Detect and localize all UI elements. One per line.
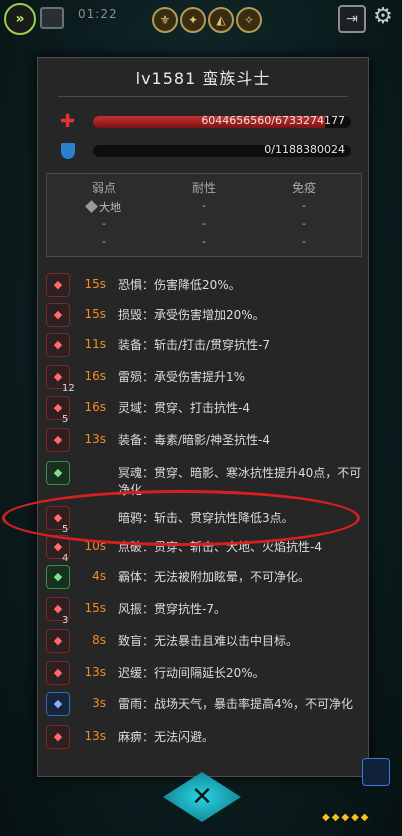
status-row[interactable]: ◆ 4s 霸体：无法被附加眩晕，不可净化。 bbox=[46, 563, 366, 593]
stack-count: 5 bbox=[62, 414, 69, 425]
status-duration: 15s bbox=[84, 601, 106, 615]
status-duration: 16s bbox=[84, 400, 106, 414]
exit-button[interactable]: ⇥ bbox=[338, 5, 366, 33]
paralysis-icon: ◆ bbox=[46, 725, 70, 749]
hp-text: 6044656560/6733274177 bbox=[201, 114, 345, 127]
status-row[interactable]: ◆ 13s 迟缓：行动间隔延长20%。 bbox=[46, 659, 366, 689]
underworld-soul-icon: ◆ bbox=[46, 461, 70, 485]
immunity-cell: - bbox=[302, 235, 306, 248]
slow-icon: ◆ bbox=[46, 661, 70, 685]
resistance-cell: - bbox=[202, 235, 206, 248]
crest-3-icon[interactable]: ◭ bbox=[208, 7, 234, 33]
enemy-title: lv1581 蛮族斗士 bbox=[135, 69, 271, 88]
status-duration: 4s bbox=[92, 569, 106, 583]
status-description: 麻痹：无法闪避。 bbox=[118, 730, 215, 744]
weakness-cell: - bbox=[102, 235, 106, 248]
status-description: 风振：贯穿抗性-7。 bbox=[118, 602, 226, 616]
close-icon: ✕ bbox=[191, 782, 213, 812]
shield-text: 0/1188380024 bbox=[264, 143, 345, 156]
resistance-header: 耐性 bbox=[191, 181, 216, 195]
status-description: 装备：毒素/暗影/神圣抗性-4 bbox=[118, 433, 271, 447]
status-duration: 15s bbox=[84, 277, 106, 291]
status-duration: 3s bbox=[92, 696, 106, 710]
status-row[interactable]: ◆ 11s 装备：斩击/打击/贯穿抗性-7 bbox=[46, 331, 366, 361]
status-description: 损毁：承受伤害增加20%。 bbox=[118, 308, 265, 322]
status-row[interactable]: ◆ 12 16s 雷殒：承受伤害提升1% bbox=[46, 363, 366, 394]
status-description: 致盲：无法暴击且难以击中目标。 bbox=[118, 634, 299, 648]
armor-down-icon: ◆ bbox=[46, 428, 70, 452]
status-duration: 13s bbox=[84, 432, 106, 446]
title-divider bbox=[58, 96, 348, 97]
status-row[interactable]: ◆ 15s 损毁：承受伤害增加20%。 bbox=[46, 301, 366, 331]
energy-dots: ◆◆◆◆◆ bbox=[322, 812, 371, 823]
immunity-cell: - bbox=[302, 199, 306, 212]
status-description: 霸体：无法被附加眩晕，不可净化。 bbox=[118, 570, 311, 584]
status-description: 雷殒：承受伤害提升1% bbox=[118, 370, 246, 384]
gear-icon[interactable]: ⚙ bbox=[370, 4, 396, 30]
overlord-icon: ◆ bbox=[46, 565, 70, 589]
weakness-cell: - bbox=[102, 217, 106, 230]
highlight-circle bbox=[2, 490, 360, 546]
status-description: 灵域：贯穿、打击抗性-4 bbox=[118, 401, 250, 415]
status-row[interactable]: ◆ 冥魂：贯穿、暗影、寒冰抗性提升40点，不可净化 bbox=[46, 459, 366, 497]
resistance-cell: - bbox=[202, 199, 206, 212]
screen-icon[interactable] bbox=[40, 7, 64, 29]
status-row[interactable]: ◆ 13s 装备：毒素/暗影/神圣抗性-4 bbox=[46, 426, 366, 456]
status-description: 雷雨：战场天气，暴击率提高4%，不可净化 bbox=[118, 697, 354, 711]
immunity-header: 免疫 bbox=[291, 181, 316, 195]
hp-icon: ✚ bbox=[60, 111, 76, 132]
earth-icon bbox=[85, 200, 98, 213]
enemy-info-panel: lv1581 蛮族斗士 ✚ 6044656560/6733274177 0/11… bbox=[37, 57, 369, 777]
status-row[interactable]: ◆ 8s 致盲：无法暴击且难以击中目标。 bbox=[46, 627, 366, 657]
status-duration: 16s bbox=[84, 369, 106, 383]
status-row[interactable]: ◆ 3 15s 风振：贯穿抗性-7。 bbox=[46, 595, 366, 626]
resistance-cell: - bbox=[202, 217, 206, 230]
resistance-table: 弱点 耐性 免疫 大地 - - - - - - - - bbox=[46, 173, 362, 257]
weakness-header: 弱点 bbox=[91, 181, 116, 195]
battle-timer: 01:22 bbox=[78, 7, 118, 21]
close-button[interactable]: ✕ bbox=[163, 772, 241, 822]
weather-badge-icon[interactable] bbox=[362, 758, 390, 786]
status-description: 迟缓：行动间隔延长20%。 bbox=[118, 666, 265, 680]
weakness-cell: 大地 bbox=[54, 199, 154, 215]
status-duration: 11s bbox=[84, 337, 106, 351]
shield-icon bbox=[61, 143, 75, 159]
stack-count: 3 bbox=[62, 615, 69, 626]
blind-icon: ◆ bbox=[46, 629, 70, 653]
status-row[interactable]: ◆ 3s 雷雨：战场天气，暴击率提高4%，不可净化 bbox=[46, 690, 366, 720]
immunity-cell: - bbox=[302, 217, 306, 230]
crest-1-icon[interactable]: ⚜ bbox=[152, 7, 178, 33]
top-bar: » 01:22 ⚜ ✦ ◭ ✧ ⇥ ⚙ bbox=[0, 0, 402, 35]
stack-count: 12 bbox=[62, 383, 75, 394]
status-row[interactable]: ◆ 5 16s 灵域：贯穿、打击抗性-4 bbox=[46, 394, 366, 425]
status-row[interactable]: ◆ 15s 恐惧：伤害降低20%。 bbox=[46, 271, 366, 301]
crest-2-icon[interactable]: ✦ bbox=[180, 7, 206, 33]
thunder-rain-icon: ◆ bbox=[46, 692, 70, 716]
status-row[interactable]: ◆ 13s 麻痹：无法闪避。 bbox=[46, 723, 366, 753]
fear-icon: ◆ bbox=[46, 273, 70, 297]
status-duration: 13s bbox=[84, 729, 106, 743]
fast-forward-button[interactable]: » bbox=[4, 3, 36, 35]
status-duration: 15s bbox=[84, 307, 106, 321]
status-duration: 8s bbox=[92, 633, 106, 647]
status-description: 装备：斩击/打击/贯穿抗性-7 bbox=[118, 338, 271, 352]
status-description: 恐惧：伤害降低20%。 bbox=[118, 278, 241, 292]
status-duration: 13s bbox=[84, 665, 106, 679]
damage-break-icon: ◆ bbox=[46, 303, 70, 327]
crest-4-icon[interactable]: ✧ bbox=[236, 7, 262, 33]
armor-down-icon: ◆ bbox=[46, 333, 70, 357]
